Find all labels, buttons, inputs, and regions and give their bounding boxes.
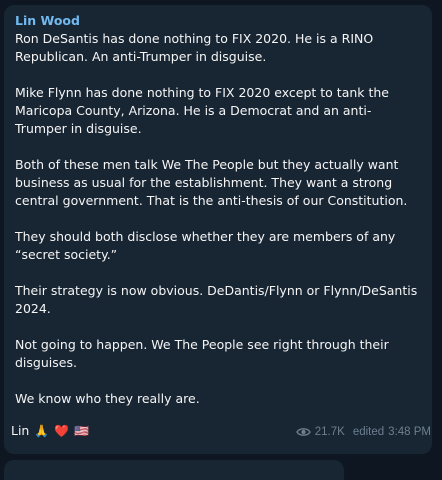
red-heart-emoji: ❤️ (54, 424, 70, 438)
folded-hands-emoji: 🙏 (34, 424, 50, 438)
author-name[interactable]: Lin Wood (15, 13, 422, 29)
eye-icon (295, 426, 311, 438)
message-time: 3:48 PM (388, 426, 431, 438)
message-meta: 21.7K edited 3:48 PM (295, 425, 431, 439)
message-paragraph: Not going to happen. We The People see r… (15, 337, 389, 370)
message-paragraph: Mike Flynn has done nothing to FIX 2020 … (15, 85, 389, 136)
message-paragraph: They should both disclose whether they a… (15, 229, 396, 262)
message-paragraph: We know who they really are. (15, 391, 200, 406)
view-count: 21.7K (314, 426, 345, 438)
next-message-bubble (4, 460, 344, 480)
signature-text: Lin (11, 423, 30, 438)
us-flag-emoji: 🇺🇸 (74, 424, 90, 438)
message-signature: Lin 🙏 ❤️ 🇺🇸 (11, 422, 89, 440)
message-paragraph: Both of these men talk We The People but… (15, 157, 408, 208)
edited-label: edited (352, 426, 385, 438)
message-paragraph: Their strategy is now obvious. DeDantis/… (15, 283, 418, 316)
message-bubble: Lin Wood Ron DeSantis has done nothing t… (4, 5, 432, 454)
message-paragraph: Ron DeSantis has done nothing to FIX 202… (15, 31, 374, 64)
